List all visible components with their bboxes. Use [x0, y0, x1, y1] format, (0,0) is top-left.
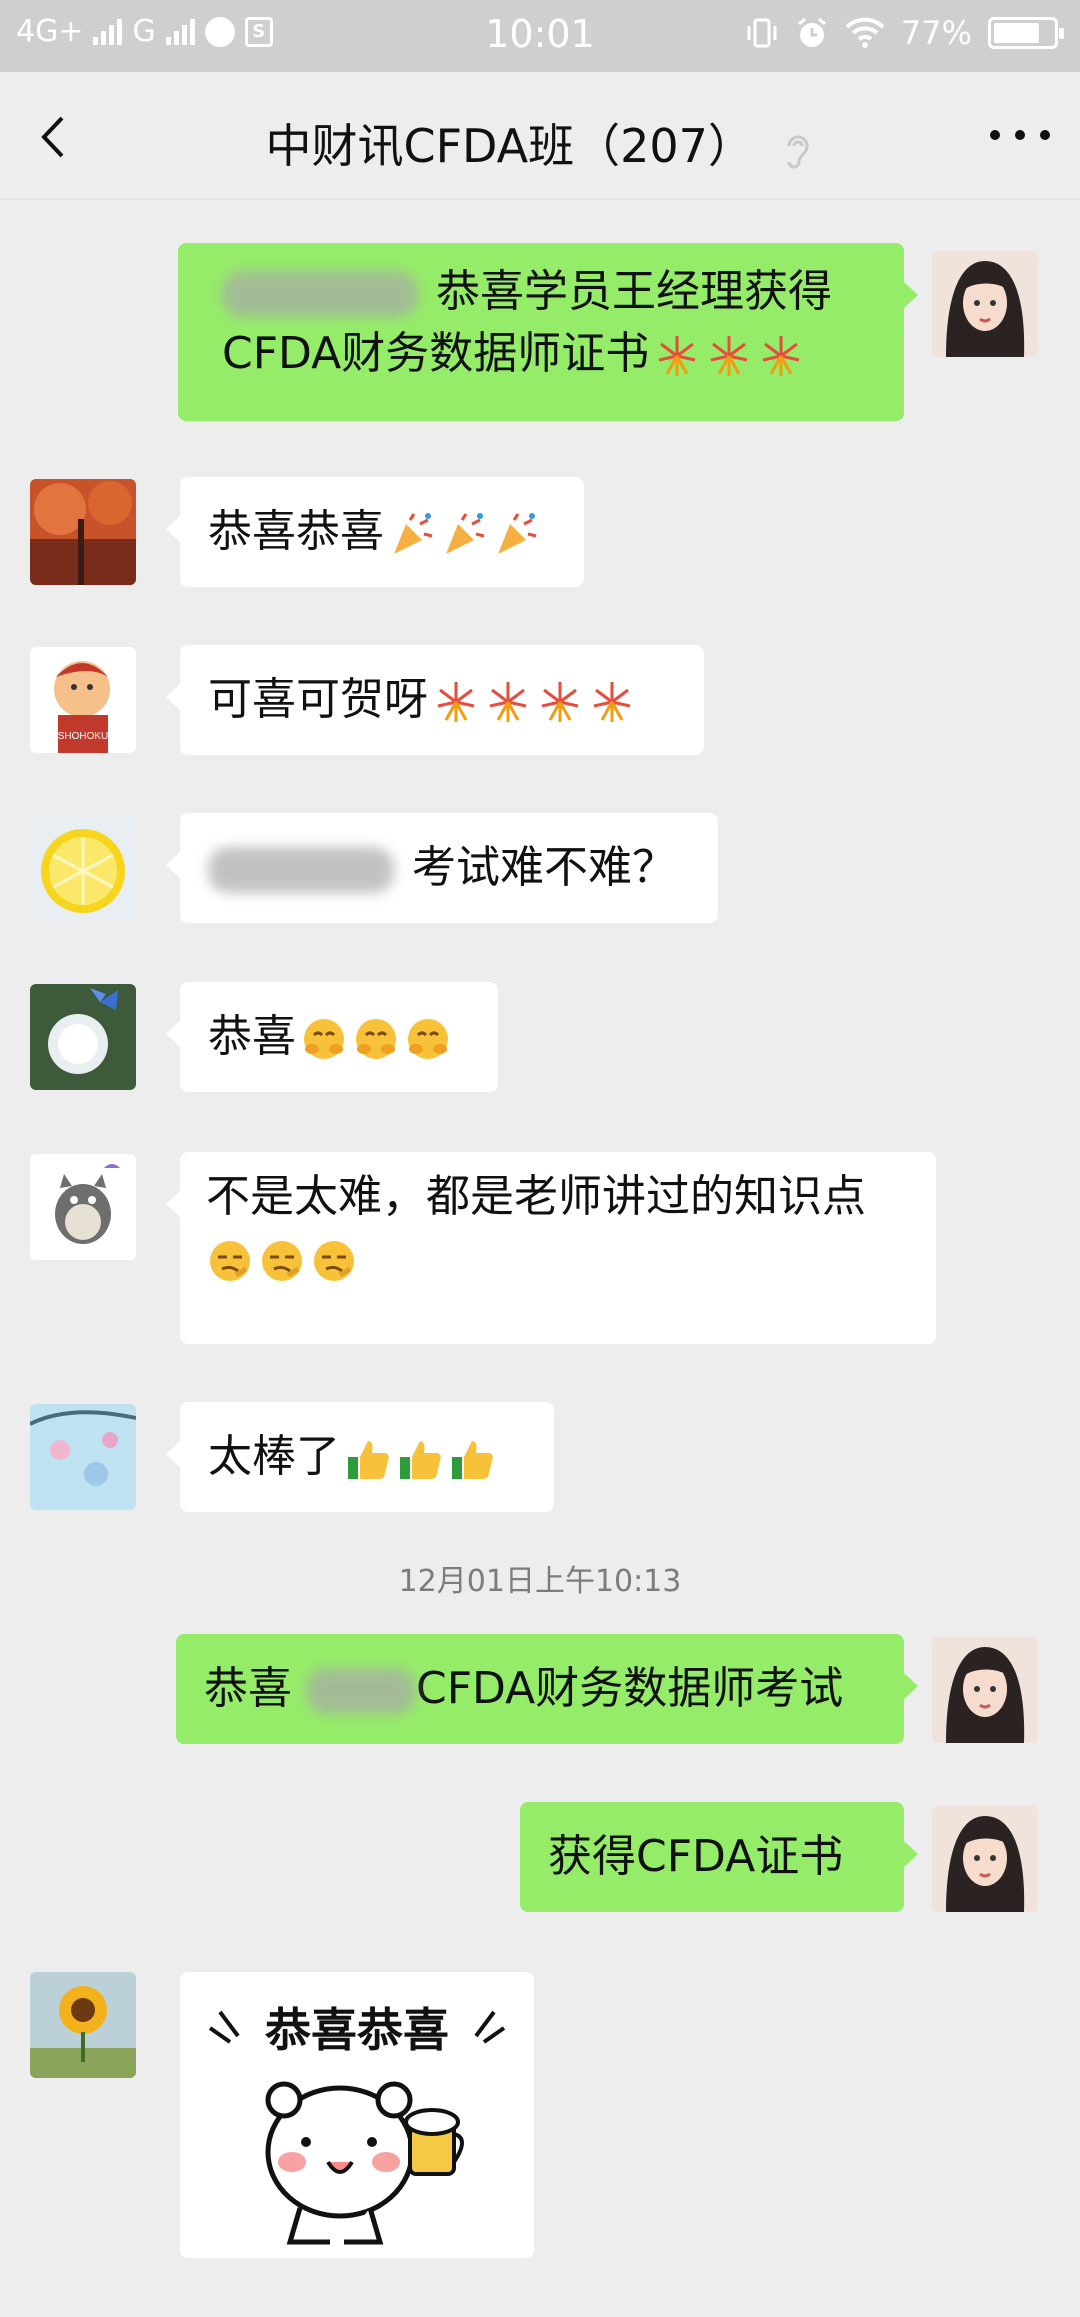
message-text: 恭喜: [208, 1011, 296, 1062]
avatar-member[interactable]: [30, 1972, 136, 2078]
message-text: 太棒了: [208, 1431, 340, 1482]
status-bar: 4G+ G S 10:01 77%: [0, 0, 1080, 72]
message-bubble[interactable]: 考试难不难？: [166, 813, 718, 923]
party-popper-emoji-icon: [388, 510, 436, 558]
fireworks-emoji-icon: [705, 332, 753, 380]
smirk-emoji-icon: [206, 1237, 254, 1285]
fireworks-emoji-icon: [653, 332, 701, 380]
party-popper-emoji-icon: [440, 510, 488, 558]
blurred-mention: [306, 1668, 416, 1714]
chat-header: 中财讯CFDA班（207）: [0, 72, 1080, 200]
message-bubble[interactable]: 获得CFDA证书: [520, 1802, 918, 1912]
thumbs-up-emoji-icon: [396, 1435, 444, 1483]
message-text: 考试难不难？: [412, 842, 676, 893]
vibrate-icon: [747, 18, 777, 48]
avatar-self[interactable]: [932, 1637, 1038, 1743]
message-text: 恭喜恭喜: [208, 506, 384, 557]
message-timestamp: 12月01日上午10:13: [398, 1564, 682, 1599]
fireworks-emoji-icon: [588, 678, 636, 726]
thumbs-up-emoji-icon: [344, 1435, 392, 1483]
message-text: 可喜可贺呀: [208, 674, 428, 725]
avatar-member[interactable]: [30, 1404, 136, 1510]
avatar-member[interactable]: [30, 479, 136, 585]
avatar-member[interactable]: [30, 815, 136, 921]
message-bubble[interactable]: 恭喜恭喜: [166, 477, 584, 587]
avatar-self[interactable]: [932, 251, 1038, 357]
message-bubble[interactable]: 恭喜学员王经理获得 CFDA财务数据师证书: [178, 243, 918, 421]
message-text: 恭喜学员王经理获得: [436, 266, 832, 317]
fireworks-emoji-icon: [432, 678, 480, 726]
message-text: CFDA财务数据师考试: [416, 1663, 844, 1714]
message-text: 不是太难，都是老师讲过的知识点: [206, 1171, 866, 1222]
smirk-emoji-icon: [310, 1237, 358, 1285]
message-text: 恭喜: [204, 1663, 292, 1714]
hug-emoji-icon: [300, 1015, 348, 1063]
chat-title-wrap: 中财讯CFDA班（207）: [0, 110, 1080, 176]
fireworks-emoji-icon: [536, 678, 584, 726]
avatar-member[interactable]: [30, 1154, 136, 1260]
blurred-mention: [222, 271, 418, 317]
message-line: CFDA财务数据师证书: [222, 323, 864, 385]
message-bubble[interactable]: 太棒了: [166, 1402, 554, 1512]
chat-title: 中财讯CFDA班（207）: [265, 119, 754, 173]
avatar-self[interactable]: [932, 1806, 1038, 1912]
alarm-icon: [797, 17, 826, 47]
more-dots-icon[interactable]: [990, 120, 1050, 150]
message-bubble[interactable]: 可喜可贺呀: [166, 645, 704, 755]
message-bubble[interactable]: 不是太难，都是老师讲过的知识点: [166, 1152, 936, 1344]
svg-text:SHOHOKU: SHOHOKU: [58, 731, 109, 742]
message-bubble[interactable]: 恭喜 CFDA财务数据师考试: [176, 1634, 918, 1744]
hug-emoji-icon: [404, 1015, 452, 1063]
avatar-member[interactable]: SHOHOKU: [30, 647, 136, 753]
wifi-icon: [845, 17, 885, 48]
battery-icon: [988, 17, 1064, 49]
message-text: CFDA财务数据师证书: [222, 328, 650, 379]
bear-cheers-sticker-icon: [208, 2010, 506, 2245]
fireworks-emoji-icon: [484, 678, 532, 726]
party-popper-emoji-icon: [492, 510, 540, 558]
hug-emoji-icon: [352, 1015, 400, 1063]
fireworks-emoji-icon: [757, 332, 805, 380]
earpiece-mode-icon: [787, 135, 809, 168]
emoji-line: [206, 1228, 910, 1290]
message-line: 恭喜学员王经理获得: [222, 261, 864, 323]
status-right: 77%: [745, 14, 1064, 52]
smirk-emoji-icon: [258, 1237, 306, 1285]
blurred-mention: [208, 847, 394, 893]
avatar-member[interactable]: [30, 984, 136, 1090]
sticker-message[interactable]: 恭喜恭喜: [180, 1972, 534, 2258]
thumbs-up-emoji-icon: [448, 1435, 496, 1483]
message-bubble[interactable]: 恭喜: [166, 982, 498, 1092]
battery-percent: 77%: [900, 14, 972, 52]
message-text: 获得CFDA证书: [548, 1831, 844, 1882]
